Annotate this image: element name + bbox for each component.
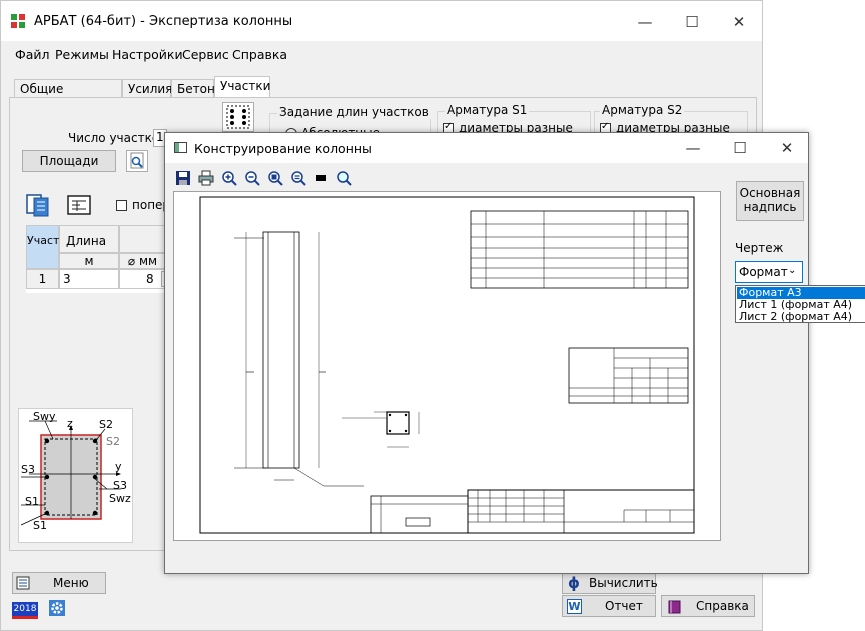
rebar-s2-label: Арматура S2	[600, 103, 685, 117]
dialog-close-button[interactable]: ✕	[773, 137, 801, 159]
areas-button[interactable]: Площади	[22, 150, 116, 172]
rebar-pattern-icon	[226, 105, 250, 129]
grid-unit-length: м	[59, 253, 119, 269]
zoom-window-icon[interactable]	[267, 170, 283, 186]
menu-button[interactable]: Меню	[12, 572, 106, 594]
menu-modes[interactable]: Режимы	[55, 47, 109, 62]
label-swy: Swy	[33, 410, 56, 423]
phi-icon: ϕ	[568, 574, 580, 592]
column-drawing-sheet	[174, 192, 720, 540]
help-button-label: Справка	[696, 599, 749, 613]
label-y: y	[115, 460, 122, 473]
word-document-icon: W	[567, 599, 582, 614]
label-s2-top: S2	[99, 418, 113, 431]
app-icon	[11, 14, 25, 28]
tab-forces[interactable]: Усилия	[122, 79, 172, 97]
report-button[interactable]: W Отчет	[562, 595, 656, 617]
help-button[interactable]: Справка	[661, 595, 755, 617]
option-sheet-2[interactable]: Лист 2 (формат А4)	[737, 311, 865, 323]
window-title: АРБАТ (64-бит) - Экспертиза колонны	[34, 14, 293, 29]
menu-list-icon	[16, 576, 30, 590]
calculate-button[interactable]: ϕ Вычислить	[562, 572, 658, 594]
magnifier-icon	[130, 152, 144, 169]
title-block-button[interactable]: Основная надпись	[736, 181, 804, 221]
grid-row-number: 1	[26, 269, 59, 289]
drawing-preview[interactable]	[173, 191, 721, 541]
zoom-out-icon[interactable]	[244, 170, 260, 186]
dialog-title: Конструирование колонны	[194, 141, 372, 156]
label-swz: Swz	[109, 492, 131, 505]
menu-settings[interactable]: Настройки	[112, 47, 183, 62]
menu-service[interactable]: Сервис	[182, 47, 229, 62]
help-book-icon	[668, 599, 682, 614]
save-icon[interactable]	[175, 170, 191, 186]
section-preview: Swy z S2 S2 S3 y S3 S1 Swz S1	[18, 408, 133, 543]
table-icon[interactable]	[66, 193, 92, 217]
sections-count-label: Число участков	[68, 131, 167, 145]
maximize-button[interactable]: ☐	[678, 11, 706, 33]
search-icon[interactable]	[336, 170, 352, 186]
title-block-button-line2: надпись	[743, 200, 797, 214]
dialog-window-icon	[174, 142, 187, 153]
drawing-label: Чертеж	[735, 241, 784, 255]
rebar-s1-label: Арматура S1	[445, 103, 530, 117]
menu-help[interactable]: Справка	[232, 47, 287, 62]
tab-concrete[interactable]: Бетон	[171, 79, 215, 97]
menu-bar: Файл Режимы Настройки Сервис Справка	[1, 43, 762, 65]
color-icon[interactable]	[313, 170, 329, 186]
rebar-pattern-button[interactable]	[222, 102, 254, 132]
dialog-maximize-button[interactable]: ☐	[726, 137, 754, 159]
drawing-format-value: Формат	[739, 265, 788, 279]
chevron-down-icon: ⌄	[788, 265, 797, 276]
sections-grid: Участок Длина S₁ ⌀ м ⌀ мм 1 3 8 ▼	[26, 225, 179, 293]
label-s1-bottom: S1	[33, 519, 47, 532]
menu-button-label: Меню	[53, 576, 89, 590]
grid-header-s1[interactable]: S₁ ⌀	[119, 225, 176, 262]
zoom-in-icon[interactable]	[221, 170, 237, 186]
grid-unit-dia: ⌀ мм	[119, 253, 166, 269]
label-s1-left: S1	[25, 495, 39, 508]
grid-header-length[interactable]: Длина	[59, 225, 119, 253]
zoom-button[interactable]	[126, 150, 148, 172]
title-block-button-line1: Основная	[739, 186, 801, 200]
close-button[interactable]: ✕	[725, 11, 753, 33]
tab-sections[interactable]: Участки	[214, 76, 270, 98]
drawing-format-select[interactable]: Формат ⌄	[735, 261, 803, 283]
grid-cell-dia[interactable]: 8	[119, 269, 166, 289]
version-badge: 2018	[12, 602, 38, 619]
label-s3-right: S3	[113, 479, 127, 492]
menu-file[interactable]: Файл	[15, 47, 50, 62]
tab-general[interactable]: Общие параметры	[14, 79, 122, 114]
label-s3-left: S3	[21, 463, 35, 476]
minimize-button[interactable]: —	[631, 11, 659, 33]
report-button-label: Отчет	[605, 599, 643, 613]
zoom-all-icon[interactable]	[290, 170, 306, 186]
transverse-checkbox[interactable]	[116, 200, 127, 211]
label-s2-side: S2	[106, 435, 120, 448]
print-icon[interactable]	[198, 170, 214, 186]
label-z: z	[67, 417, 73, 430]
calculate-button-label: Вычислить	[589, 576, 658, 590]
dialog-minimize-button[interactable]: —	[679, 137, 707, 159]
import-icon[interactable]	[25, 193, 51, 217]
construct-column-dialog: Конструирование колонны — ☐ ✕ Основная н…	[164, 132, 865, 574]
grid-header-section[interactable]: Участок	[26, 225, 73, 269]
drawing-format-list: Формат А3 Лист 1 (формат А4) Лист 2 (фор…	[735, 285, 865, 323]
grid-cell-length[interactable]: 3	[59, 269, 119, 289]
settings-gear-icon[interactable]	[48, 599, 66, 617]
length-group-label: Задание длин участков	[277, 105, 431, 119]
